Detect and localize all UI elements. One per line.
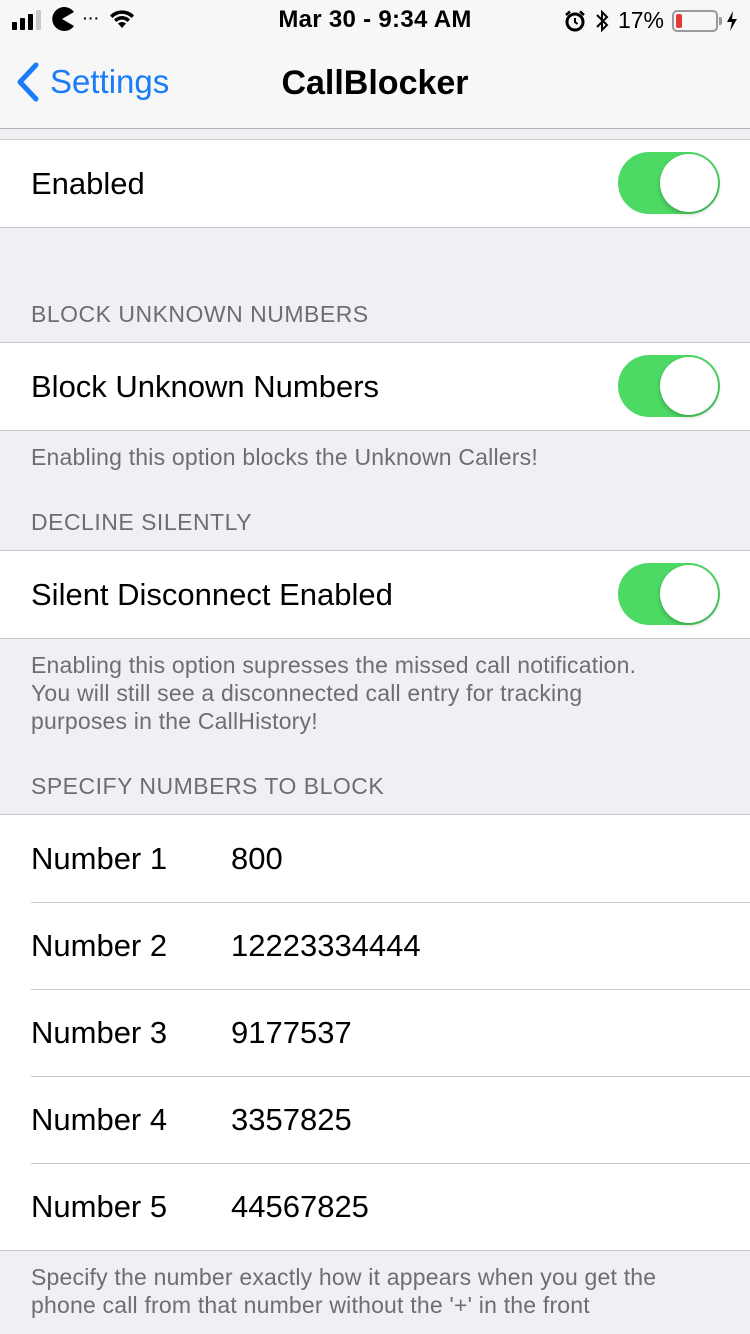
- number-row[interactable]: Number 1 800: [0, 815, 750, 902]
- number-row[interactable]: Number 2 12223334444: [0, 902, 750, 989]
- number-value-field[interactable]: 9177537: [231, 1015, 352, 1051]
- battery-icon: [672, 9, 722, 32]
- numbers-footer: Specify the number exactly how it appear…: [0, 1251, 750, 1319]
- footer-line: Specify the number exactly how it appear…: [31, 1264, 657, 1290]
- number-value-field[interactable]: 12223334444: [231, 928, 421, 964]
- number-label: Number 5: [31, 1188, 168, 1224]
- number-label: Number 2: [31, 927, 168, 963]
- silent-disconnect-toggle[interactable]: [618, 563, 720, 625]
- charging-bolt-icon: [727, 10, 737, 31]
- enabled-group: Enabled: [0, 139, 750, 228]
- alarm-icon: [565, 10, 585, 31]
- navigation-bar: Settings CallBlocker: [0, 40, 750, 129]
- decline-silently-group: Silent Disconnect Enabled: [0, 550, 750, 639]
- block-unknown-label: Block Unknown Numbers: [31, 368, 380, 404]
- footer-line: You will still see a disconnected call e…: [31, 680, 583, 706]
- block-unknown-footer: Enabling this option blocks the Unknown …: [31, 444, 538, 470]
- enabled-toggle[interactable]: [618, 152, 720, 214]
- footer-line: purposes in the CallHistory!: [31, 708, 318, 734]
- block-unknown-cell: Block Unknown Numbers: [0, 343, 750, 430]
- number-row[interactable]: Number 4 3357825: [0, 1076, 750, 1163]
- status-bar: ··· Mar 30 - 9:34 AM 17%: [0, 0, 750, 40]
- decline-silently-header: DECLINE SILENTLY: [31, 509, 253, 535]
- page-title: CallBlocker: [281, 64, 469, 102]
- number-label: Number 4: [31, 1101, 168, 1137]
- settings-list: Enabled BLOCK UNKNOWN NUMBERS Block Unkn…: [0, 129, 750, 1319]
- number-label: Number 3: [31, 1014, 168, 1050]
- number-value-field[interactable]: 800: [231, 841, 283, 877]
- number-value-field[interactable]: 44567825: [231, 1189, 369, 1225]
- number-row[interactable]: Number 3 9177537: [0, 989, 750, 1076]
- bluetooth-icon: [596, 9, 609, 32]
- footer-line: Enabling this option supresses the misse…: [31, 652, 637, 678]
- enabled-cell: Enabled: [0, 140, 750, 227]
- battery-percent: 17%: [617, 7, 664, 33]
- number-value-field[interactable]: 3357825: [231, 1102, 352, 1138]
- footer-line: phone call from that number without the …: [31, 1292, 590, 1318]
- numbers-header: SPECIFY NUMBERS TO BLOCK: [31, 773, 385, 799]
- number-label: Number 1: [31, 840, 168, 876]
- silent-disconnect-cell: Silent Disconnect Enabled: [0, 551, 750, 638]
- enabled-label: Enabled: [31, 165, 145, 201]
- block-unknown-toggle[interactable]: [618, 355, 720, 417]
- numbers-group: Number 1 800 Number 2 12223334444 Number…: [0, 814, 750, 1251]
- block-unknown-header: BLOCK UNKNOWN NUMBERS: [31, 301, 369, 327]
- decline-silently-footer: Enabling this option supresses the misse…: [0, 639, 750, 735]
- block-unknown-group: Block Unknown Numbers: [0, 342, 750, 431]
- status-right: 17%: [564, 7, 738, 34]
- battery-level-fill: [676, 13, 682, 28]
- silent-disconnect-label: Silent Disconnect Enabled: [31, 576, 393, 612]
- number-row[interactable]: Number 5 44567825: [0, 1163, 750, 1250]
